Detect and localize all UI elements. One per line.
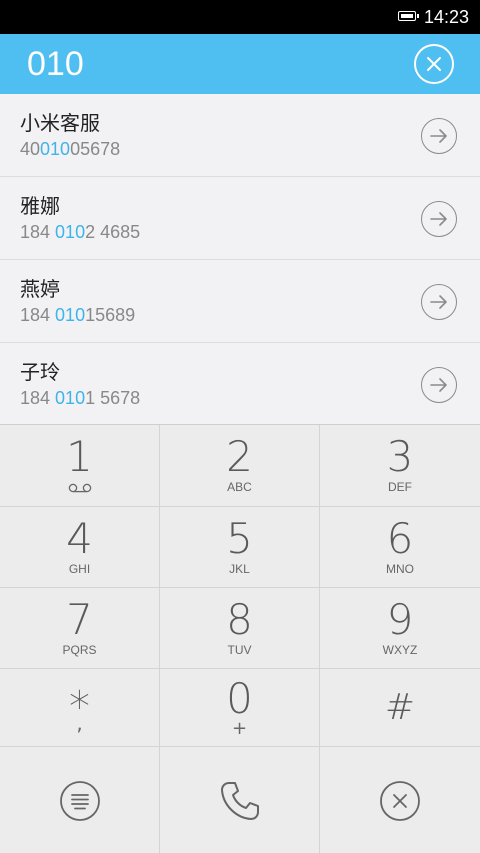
call-button[interactable] — [160, 747, 320, 853]
key-9[interactable]: 9 WXYZ — [320, 588, 480, 669]
contact-detail-button[interactable] — [421, 118, 457, 154]
arrow-right-icon — [430, 212, 447, 226]
key-digit: 1 — [66, 432, 93, 481]
contact-number: 4001005678 — [20, 138, 120, 160]
contact-detail-button[interactable] — [421, 367, 457, 403]
key-digit: 0 — [226, 674, 253, 723]
number-suffix: 15689 — [85, 305, 136, 325]
contact-result-row[interactable]: 小米客服 4001005678 — [0, 94, 480, 177]
contact-number: 184 0101 5678 — [20, 387, 140, 409]
number-suffix: 1 5678 — [85, 388, 141, 408]
key-letters: GHI — [68, 562, 91, 576]
contact-detail-button[interactable] — [421, 284, 457, 320]
contact-number: 184 01015689 — [20, 304, 135, 326]
number-match-highlight: 010 — [55, 305, 86, 325]
key-digit: 8 — [226, 595, 253, 644]
key-letters: JKL — [229, 562, 250, 576]
key-letters: DEF — [388, 480, 412, 494]
key-3[interactable]: 3 DEF — [320, 425, 480, 507]
key-0[interactable]: 0 + — [160, 669, 320, 747]
key-5[interactable]: 5 JKL — [160, 507, 320, 588]
number-suffix: 05678 — [70, 139, 121, 159]
key-8[interactable]: 8 TUV — [160, 588, 320, 669]
key-2[interactable]: 2 ABC — [160, 425, 320, 507]
arrow-right-icon — [430, 295, 447, 309]
number-prefix: 40 — [20, 139, 41, 159]
battery-full-icon — [398, 11, 419, 21]
key-letters: TUV — [227, 643, 252, 657]
key-digit: # — [384, 687, 416, 728]
number-prefix: 184 — [20, 305, 56, 325]
key-digit: 5 — [226, 514, 253, 563]
contact-number: 184 0102 4685 — [20, 221, 140, 243]
dial-keypad: 1 2 ABC 3 DEF 4 GHI 5 JKL 6 MNO 7 PQRS 8… — [0, 424, 480, 853]
arrow-right-icon — [430, 129, 447, 143]
key-letters: PQRS — [62, 643, 97, 657]
key-1[interactable]: 1 — [0, 425, 160, 507]
contact-result-row[interactable]: 雅娜 184 0102 4685 — [0, 177, 480, 260]
menu-button[interactable] — [0, 747, 160, 853]
key-letters: + — [231, 718, 248, 739]
key-digit: 2 — [226, 432, 253, 481]
number-match-highlight: 010 — [55, 222, 86, 242]
contact-result-row[interactable]: 子玲 184 0101 5678 — [0, 343, 480, 426]
key-letters: WXYZ — [382, 643, 418, 657]
dialed-number[interactable]: 010 — [27, 44, 84, 84]
status-bar: 14:23 — [0, 0, 480, 34]
contact-name: 雅娜 — [20, 194, 60, 218]
key-digit: 7 — [66, 595, 93, 644]
number-match-highlight: 010 — [40, 139, 71, 159]
contact-name: 小米客服 — [20, 111, 100, 135]
contact-name: 燕婷 — [20, 277, 60, 301]
voicemail-icon — [68, 483, 92, 493]
contact-results-list: 小米客服 4001005678 雅娜 184 0102 4685 燕婷 184 … — [0, 94, 480, 426]
dialer-screen: 14:23 010 小米客服 4001005678 雅娜 184 0102 46… — [0, 0, 480, 853]
number-suffix: 2 4685 — [85, 222, 141, 242]
contact-name: 子玲 — [20, 360, 60, 384]
number-match-highlight: 010 — [55, 388, 86, 408]
delete-icon — [380, 780, 420, 821]
key-letters: , — [76, 711, 83, 735]
key-4[interactable]: 4 GHI — [0, 507, 160, 588]
contact-result-row[interactable]: 燕婷 184 01015689 — [0, 260, 480, 343]
key-letters: ABC — [227, 480, 252, 494]
key-digit: 4 — [66, 514, 93, 563]
key-7[interactable]: 7 PQRS — [0, 588, 160, 669]
contact-detail-button[interactable] — [421, 201, 457, 237]
arrow-right-icon — [430, 378, 447, 392]
key-digit: 6 — [386, 514, 414, 563]
phone-call-icon — [220, 781, 259, 820]
dial-header: 010 — [0, 34, 480, 94]
number-prefix: 184 — [20, 388, 56, 408]
key-digit: 3 — [386, 432, 414, 481]
number-prefix: 184 — [20, 222, 56, 242]
key-star[interactable]: * , — [0, 669, 160, 747]
key-digit: 9 — [386, 595, 414, 644]
clear-circle-icon — [427, 57, 441, 71]
key-6[interactable]: 6 MNO — [320, 507, 480, 588]
delete-button[interactable] — [320, 747, 480, 853]
clear-button[interactable] — [414, 44, 454, 84]
key-hash[interactable]: # — [320, 669, 480, 747]
key-letters: MNO — [386, 562, 414, 576]
status-time: 14:23 — [424, 7, 470, 27]
menu-icon — [59, 780, 100, 821]
